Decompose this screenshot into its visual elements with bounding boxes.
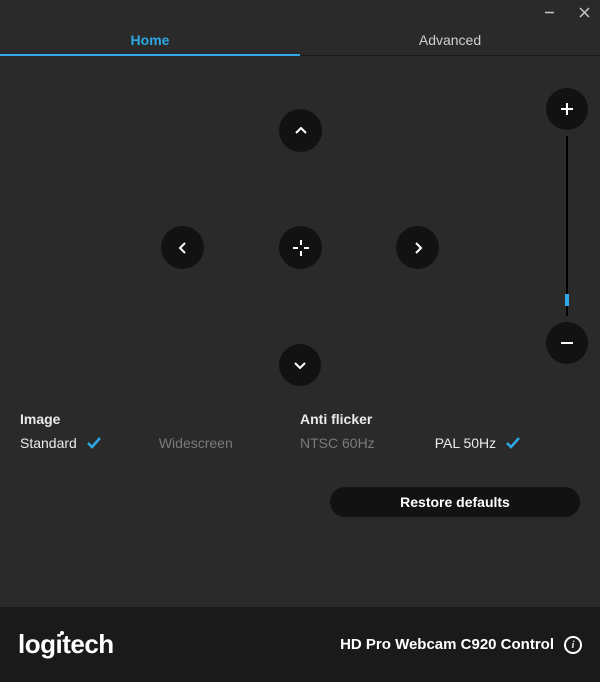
options-row: Image Standard Widescreen Anti flicker N… <box>20 411 580 451</box>
footer: logitech HD Pro Webcam C920 Control i <box>0 607 600 682</box>
tab-home[interactable]: Home <box>0 24 300 55</box>
zoom-slider-handle[interactable] <box>565 294 569 306</box>
antiflicker-option-group: Anti flicker NTSC 60Hz PAL 50Hz <box>300 411 580 451</box>
image-option-standard[interactable]: Standard <box>20 435 99 451</box>
product-name: HD Pro Webcam C920 Control <box>340 636 554 653</box>
image-option-label: Standard <box>20 435 77 451</box>
center-button[interactable] <box>279 226 322 269</box>
info-icon: i <box>571 639 574 651</box>
titlebar <box>0 0 600 24</box>
antiflicker-option-label: NTSC 60Hz <box>300 435 375 451</box>
chevron-left-icon <box>175 240 191 256</box>
pan-left-button[interactable] <box>161 226 204 269</box>
minimize-icon <box>544 7 555 18</box>
image-title: Image <box>20 411 300 427</box>
tab-advanced[interactable]: Advanced <box>300 24 600 55</box>
zoom-control <box>546 88 588 364</box>
tabs: Home Advanced <box>0 24 600 56</box>
chevron-up-icon <box>293 123 309 139</box>
restore-defaults-button[interactable]: Restore defaults <box>330 487 580 517</box>
tilt-down-button[interactable] <box>279 344 321 386</box>
close-icon <box>579 7 590 18</box>
main-panel: Image Standard Widescreen Anti flicker N… <box>0 56 600 607</box>
chevron-right-icon <box>410 240 426 256</box>
antiflicker-title: Anti flicker <box>300 411 580 427</box>
antiflicker-option-label: PAL 50Hz <box>435 435 496 451</box>
zoom-in-button[interactable] <box>546 88 588 130</box>
minimize-button[interactable] <box>544 7 555 18</box>
info-button[interactable]: i <box>564 636 582 654</box>
chevron-down-icon <box>292 357 308 373</box>
brand-text: logitech <box>18 629 114 659</box>
plus-icon <box>559 101 575 117</box>
antiflicker-option-ntsc[interactable]: NTSC 60Hz <box>300 435 375 451</box>
tilt-up-button[interactable] <box>279 109 322 152</box>
image-option-label: Widescreen <box>159 435 233 451</box>
antiflicker-option-pal[interactable]: PAL 50Hz <box>435 435 518 451</box>
zoom-slider[interactable] <box>566 136 568 316</box>
image-option-group: Image Standard Widescreen <box>20 411 300 451</box>
check-icon <box>87 437 99 449</box>
image-option-widescreen[interactable]: Widescreen <box>159 435 233 451</box>
check-icon <box>506 437 518 449</box>
minus-icon <box>559 335 575 351</box>
zoom-out-button[interactable] <box>546 322 588 364</box>
center-icon <box>291 238 311 258</box>
brand-logo: logitech <box>18 629 114 660</box>
pan-right-button[interactable] <box>396 226 439 269</box>
brand-dot-icon <box>60 631 64 635</box>
close-button[interactable] <box>579 7 590 18</box>
